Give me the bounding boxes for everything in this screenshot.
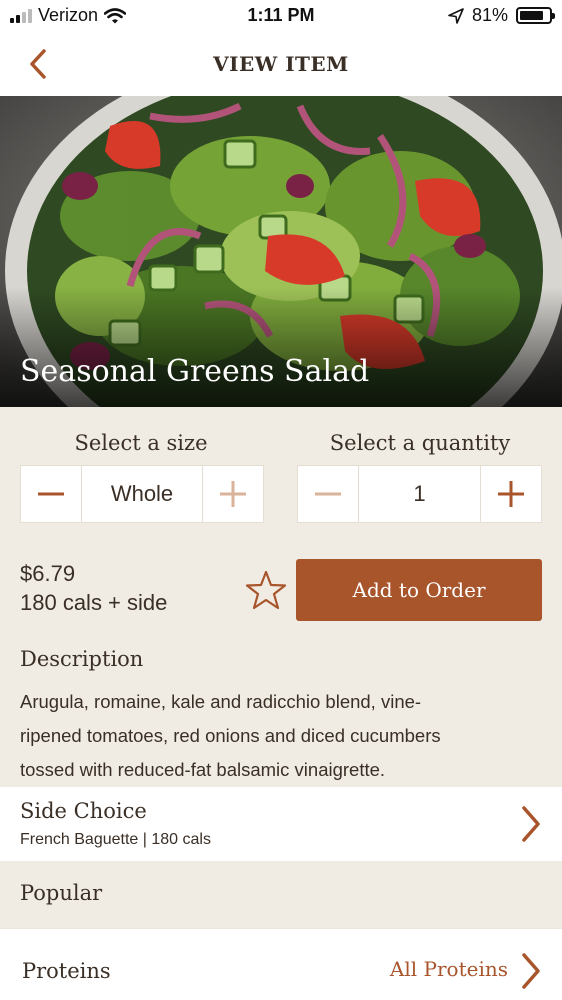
- proteins-row: Proteins All Proteins: [0, 928, 562, 1000]
- size-value: Whole: [81, 466, 203, 522]
- description-line: ripened tomatoes, red onions and diced c…: [20, 725, 441, 746]
- favorite-button[interactable]: [245, 569, 287, 611]
- description-heading: Description: [20, 647, 144, 671]
- battery-percent: 81%: [471, 5, 508, 25]
- chevron-right-icon: [522, 806, 540, 842]
- plus-icon: [220, 481, 246, 507]
- quantity-label: Select a quantity: [329, 431, 511, 455]
- description-line: tossed with reduced-fat balsamic vinaigr…: [20, 759, 386, 780]
- status-right: 81%: [448, 5, 555, 26]
- description-line: Arugula, romaine, kale and radicchio ble…: [20, 691, 422, 712]
- hero-gradient: [0, 287, 562, 407]
- page-title: VIEW ITEM: [213, 52, 349, 76]
- price-value: $6.79: [20, 561, 76, 586]
- size-label: Select a size: [74, 431, 208, 455]
- minus-icon: [315, 492, 341, 496]
- add-to-order-button[interactable]: Add to Order: [296, 559, 542, 621]
- item-options: Select a size Whole Select a quantity 1 …: [0, 407, 562, 787]
- location-arrow-icon: [448, 7, 464, 24]
- calories-value: 180 cals + side: [20, 590, 168, 615]
- star-outline-icon: [245, 570, 287, 610]
- hero-image: Seasonal Greens Salad: [0, 96, 562, 407]
- chevron-right-icon[interactable]: [518, 951, 544, 991]
- quantity-stepper: 1: [297, 465, 542, 523]
- plus-icon: [498, 481, 524, 507]
- popular-section: Popular: [0, 861, 562, 928]
- description-text: Arugula, romaine, kale and radicchio ble…: [20, 685, 540, 787]
- size-stepper: Whole: [20, 465, 264, 523]
- minus-icon: [38, 492, 64, 496]
- size-plus-button[interactable]: [203, 466, 263, 522]
- size-minus-button[interactable]: [21, 466, 81, 522]
- quantity-value: 1: [358, 466, 481, 522]
- nav-bar: VIEW ITEM: [0, 32, 562, 96]
- side-choice-title: Side Choice: [20, 799, 147, 823]
- battery-icon: [516, 7, 555, 24]
- side-choice-subtitle: French Baguette | 180 cals: [20, 831, 211, 848]
- proteins-heading: Proteins: [22, 959, 111, 983]
- battery-fill: [520, 11, 543, 20]
- quantity-minus-button[interactable]: [298, 466, 358, 522]
- status-bar: Verizon 1:11 PM 81%: [0, 0, 562, 32]
- popular-heading: Popular: [20, 881, 103, 905]
- side-choice-row[interactable]: Side Choice French Baguette | 180 cals: [0, 787, 562, 861]
- quantity-plus-button[interactable]: [481, 466, 541, 522]
- price-block: $6.79 180 cals + side: [20, 559, 167, 617]
- all-proteins-link[interactable]: All Proteins: [390, 957, 508, 981]
- item-title: Seasonal Greens Salad: [20, 354, 370, 389]
